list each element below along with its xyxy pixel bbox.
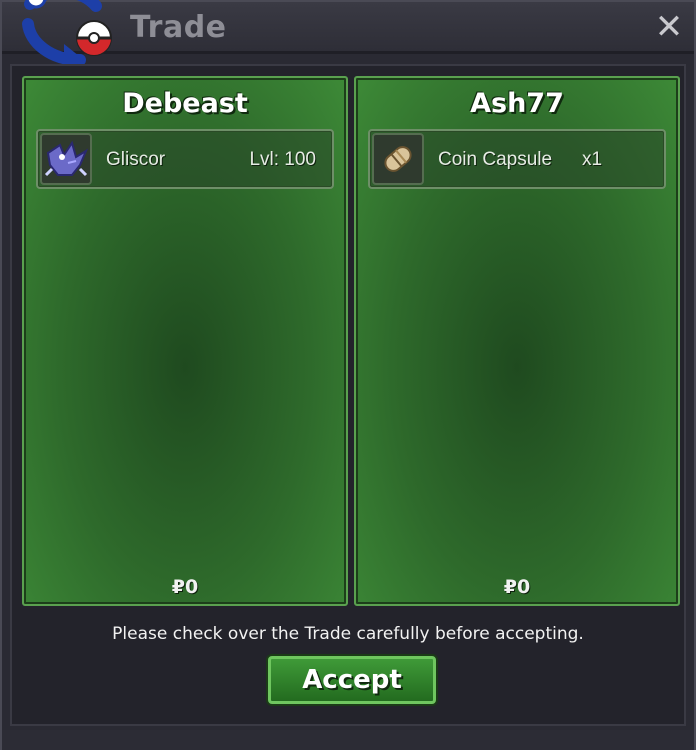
player-name: Ash77 [470,88,564,119]
item-name: Coin Capsule [438,149,553,170]
window-bottom-edge [2,730,694,750]
close-button[interactable]: ✕ [654,10,684,44]
money-offer: ₽0 [503,576,531,598]
trade-body: Debeast Gliscor Lvl: 100 ₽0 Ash77 Coin C… [10,64,686,726]
offer-panel-ash77: Ash77 Coin Capsule x1 ₽0 [354,76,680,606]
coin-capsule-icon [372,133,424,185]
trade-item-slot[interactable]: Gliscor Lvl: 100 [36,129,334,189]
trade-notice: Please check over the Trade carefully be… [112,624,584,644]
money-offer: ₽0 [171,576,199,598]
gliscor-sprite-icon [40,133,92,185]
trade-logo-icon [22,0,112,68]
window-title: Trade [130,10,227,45]
trade-window: Trade ✕ Debeast Gliscor Lvl: 100 ₽0 Ash7… [0,0,696,750]
item-name: Gliscor [106,149,166,170]
trade-item-slot[interactable]: Coin Capsule x1 [368,129,666,189]
item-quantity: x1 [582,149,603,170]
offer-panel-debeast: Debeast Gliscor Lvl: 100 ₽0 [22,76,348,606]
accept-button[interactable]: Accept [268,656,436,704]
player-name: Debeast [122,88,248,119]
title-bar[interactable]: Trade ✕ [2,0,694,68]
item-level: Lvl: 100 [249,149,316,170]
